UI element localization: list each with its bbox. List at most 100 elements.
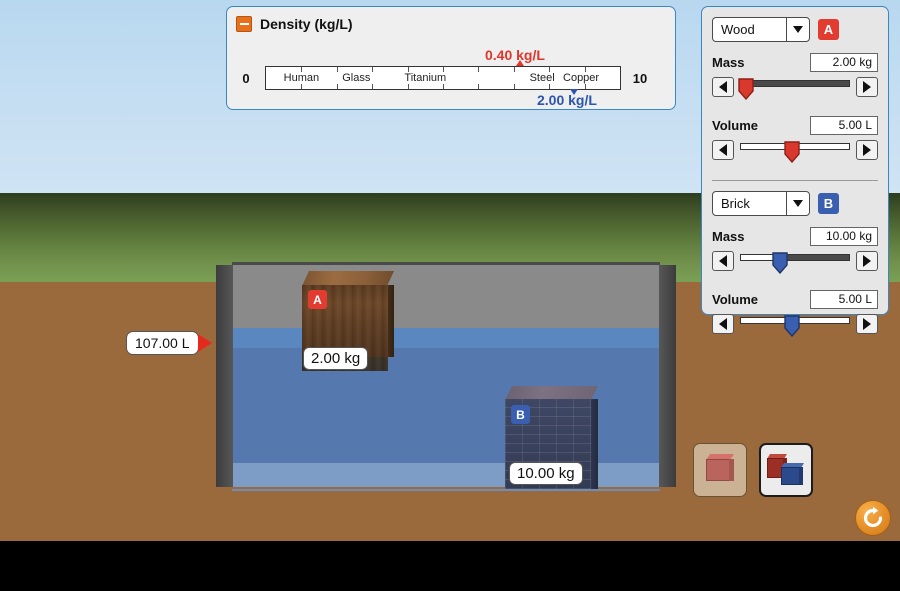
block-b[interactable]: B 10.00 kg: [505, 386, 598, 489]
block-b-mass-decrement-button[interactable]: [712, 251, 734, 271]
block-b-top-face: [505, 386, 598, 400]
right-arrow-icon: [863, 318, 871, 330]
scale-tick-bottom: [372, 84, 374, 89]
block-b-side-face: [591, 399, 598, 489]
block-b-mass-label: Mass: [712, 229, 745, 244]
panel-divider: [712, 180, 878, 181]
block-b-volume-readout: 5.00 L: [810, 290, 878, 309]
density-readout-panel: Density (kg/L) 0.40 kg/L 0 Human Glass Tit…: [226, 6, 676, 110]
block-a-mass-readout: 2.00 kg: [810, 53, 878, 72]
scale-tick-bottom: [549, 84, 551, 89]
block-b-material-row: Brick B: [712, 191, 878, 216]
slider-track: [740, 254, 850, 261]
block-a-volume-increment-button[interactable]: [856, 140, 878, 160]
block-b-mass-track[interactable]: [740, 251, 850, 275]
block-a-volume-track[interactable]: [740, 140, 850, 164]
one-block-icon: [704, 454, 736, 486]
tank-volume-value: 107.00 L: [126, 331, 199, 355]
scale-tick-top: [478, 67, 480, 72]
left-arrow-icon: [719, 144, 727, 156]
right-arrow-icon: [863, 81, 871, 93]
simulation-stage: 107.00 L A 2.00 kg B 10.00 kg Density (k…: [0, 0, 900, 591]
block-b-mass-label: 10.00 kg: [509, 462, 583, 485]
navigation-bar: Density Intro Comp: [0, 541, 900, 591]
block-b-volume-slider-thumb[interactable]: [783, 315, 800, 337]
density-panel-header: Density (kg/L): [236, 16, 353, 32]
block-a-mass-track[interactable]: [737, 77, 850, 101]
block-a-material-value: Wood: [721, 22, 755, 37]
block-b-mass-readout: 10.00 kg: [810, 227, 878, 246]
scale-tick-top: [336, 67, 338, 72]
density-marker-a-label: 0.40 kg/L: [485, 47, 545, 63]
density-scale-material-label: Copper: [563, 72, 600, 84]
block-count-radio-group: [693, 443, 813, 497]
block-b-mass-increment-button[interactable]: [856, 251, 878, 271]
block-a-material-dropdown[interactable]: Wood: [712, 17, 810, 42]
block-a-mass-label: Mass: [712, 55, 745, 70]
chevron-down-icon: [786, 18, 809, 41]
volume-pointer-icon: [197, 334, 212, 352]
density-scale-row: 0 Human Glass Titanium Steel Copper 10: [227, 65, 677, 91]
block-controls-panel: Wood A Mass 2.00 kg Volume 5.00 L Brick B Mass 10…: [701, 6, 889, 337]
block-a-volume-slider-thumb[interactable]: [783, 141, 800, 163]
block-a-mass-decrement-button[interactable]: [712, 77, 734, 97]
scale-tick-top: [372, 67, 374, 72]
left-arrow-icon: [719, 255, 727, 267]
density-scale-material-label: Human: [283, 72, 320, 84]
block-b-badge: B: [511, 405, 530, 424]
block-b-volume-label: Volume: [712, 292, 758, 307]
block-b-volume-increment-button[interactable]: [856, 314, 878, 334]
block-a-volume-slider-row: [712, 140, 878, 168]
water-surface-band: [232, 328, 660, 348]
block-a-mass-slider-thumb[interactable]: [737, 78, 754, 100]
tank-left-wall: [216, 265, 233, 487]
scale-tick-bottom: [407, 84, 409, 89]
block-a-material-row: Wood A: [712, 17, 878, 42]
right-arrow-icon: [863, 144, 871, 156]
chevron-down-icon: [786, 192, 809, 215]
block-a-badge: A: [818, 19, 839, 40]
block-a[interactable]: A 2.00 kg: [302, 271, 394, 371]
block-b-mass-slider-thumb[interactable]: [771, 252, 788, 274]
density-scale-min: 0: [242, 70, 250, 86]
density-scale-material-label: Steel: [529, 72, 555, 84]
scale-tick-bottom: [443, 84, 444, 89]
reset-all-button[interactable]: [855, 500, 891, 536]
block-b-volume-label-row: Volume 5.00 L: [712, 290, 878, 309]
scale-tick-bottom: [513, 84, 515, 89]
block-b-material-dropdown[interactable]: Brick: [712, 191, 810, 216]
tank-bottom-edge: [232, 489, 660, 491]
block-b-volume-slider-row: [712, 314, 878, 342]
right-arrow-icon: [863, 255, 871, 267]
water-tank: [216, 262, 676, 497]
block-b-badge: B: [818, 193, 839, 214]
one-block-button[interactable]: [693, 443, 747, 497]
block-a-volume-readout: 5.00 L: [810, 116, 878, 135]
tank-volume-readout: 107.00 L: [126, 331, 212, 355]
block-a-mass-slider-row: [712, 77, 878, 105]
density-marker-b-arrow-icon: [570, 89, 578, 95]
block-a-mass-increment-button[interactable]: [856, 77, 878, 97]
block-a-mass-label: 2.00 kg: [303, 347, 369, 370]
block-a-badge: A: [308, 290, 327, 309]
block-a-volume-label-row: Volume 5.00 L: [712, 116, 878, 135]
two-blocks-icon: [767, 453, 805, 487]
block-a-volume-decrement-button[interactable]: [712, 140, 734, 160]
scale-tick-top: [513, 67, 515, 72]
density-scale-bar: Human Glass Titanium Steel Copper: [265, 66, 621, 90]
left-arrow-icon: [719, 318, 727, 330]
block-b-volume-decrement-button[interactable]: [712, 314, 734, 334]
block-a-side-face: [388, 285, 394, 357]
scale-tick-bottom: [584, 84, 586, 89]
block-b-volume-track[interactable]: [740, 314, 850, 338]
two-blocks-button[interactable]: [759, 443, 813, 497]
block-a-mass-label-row: Mass 2.00 kg: [712, 53, 878, 72]
density-scale-material-label: Glass: [342, 72, 371, 84]
block-a-top-face: [302, 271, 394, 286]
reset-all-icon: [863, 506, 883, 528]
minimize-icon[interactable]: [236, 16, 252, 32]
density-scale-max: 10: [632, 70, 648, 86]
tank-right-wall: [659, 265, 676, 487]
block-b-mass-label-row: Mass 10.00 kg: [712, 227, 878, 246]
block-b-material-value: Brick: [721, 196, 750, 211]
